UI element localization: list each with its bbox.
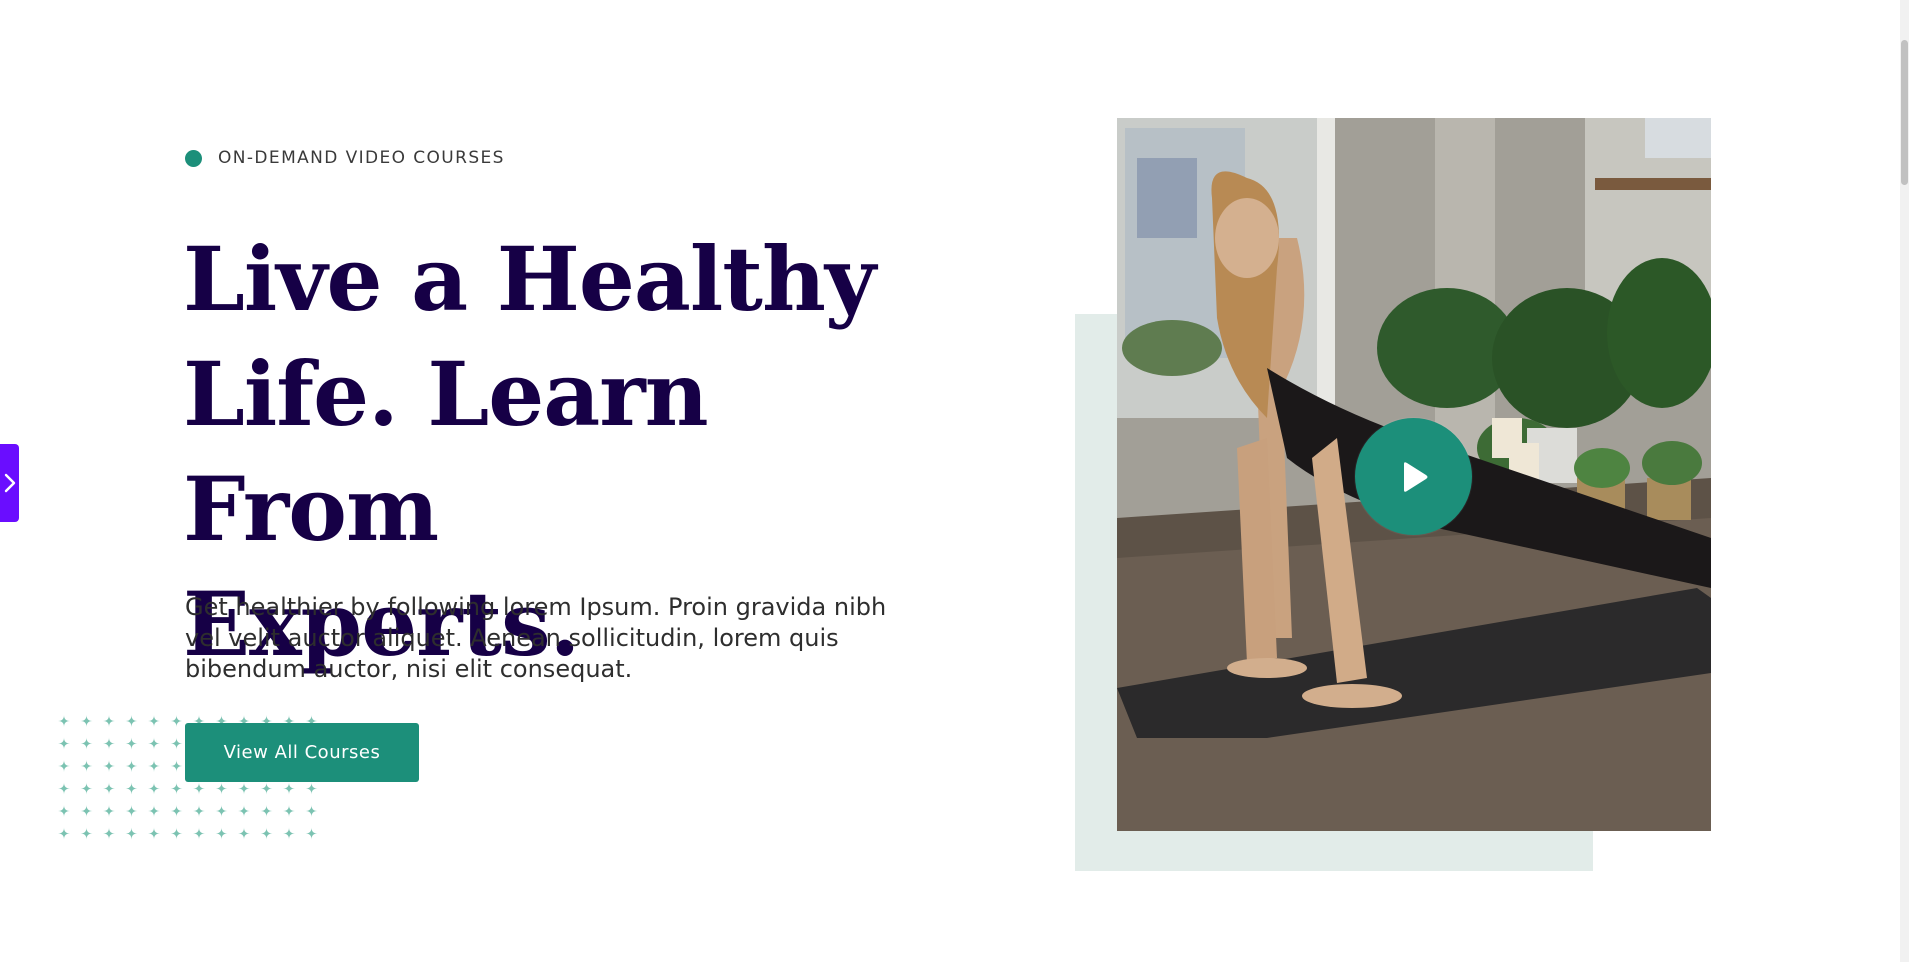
decorative-dot [58,782,70,795]
decorative-dot [170,737,183,750]
decorative-dot [215,782,228,795]
page-scrollbar[interactable] [1900,0,1909,962]
decorative-dot [260,827,273,840]
decorative-dot [103,827,115,840]
headline-line: Life. Learn From [183,342,709,561]
decorative-dot [103,760,115,772]
decorative-dot [125,827,138,840]
decorative-dot [238,805,250,817]
decorative-dot [103,737,115,750]
decorative-dot [238,827,250,840]
decorative-dot [125,805,138,817]
view-all-courses-button[interactable]: View All Courses [185,723,419,782]
decorative-dot [283,782,295,795]
decorative-dot [305,805,318,817]
decorative-dot [80,760,93,772]
decorative-dot [148,715,160,727]
decorative-dot [260,782,273,795]
decorative-dot [148,737,160,750]
headline-line: Live a Healthy [183,227,876,331]
decorative-dot [103,715,115,727]
decorative-dot [215,805,228,817]
decorative-dot [260,805,273,817]
decorative-dot [103,805,115,817]
decorative-dot [80,827,93,840]
subtitle-line: bibendum auctor, nisi elit consequat. [185,655,633,683]
decorative-dot [283,827,295,840]
decorative-dot [125,737,138,750]
decorative-dot [80,737,93,750]
decorative-dot [125,782,138,795]
decorative-dot [170,760,183,772]
decorative-dot [58,827,70,840]
decorative-dot [148,827,160,840]
decorative-dot [170,782,183,795]
decorative-dot [148,760,160,772]
decorative-dot [170,805,183,817]
decorative-dot [305,827,318,840]
decorative-dot [58,737,70,750]
decorative-dot [58,760,70,772]
decorative-dot [283,805,295,817]
hero-subtitle: Get healthier by following lorem Ipsum. … [185,592,945,685]
decorative-dot [103,782,115,795]
decorative-dot [148,782,160,795]
chevron-right-icon [4,473,15,493]
decorative-dot [193,827,205,840]
play-icon [1403,461,1427,492]
eyebrow-dot [185,149,202,167]
decorative-dot [80,805,93,817]
subtitle-line: Get healthier by following lorem Ipsum. … [185,593,887,621]
play-video-button[interactable] [1355,418,1472,535]
decorative-dot [80,715,93,727]
eyebrow: ON-DEMAND VIDEO COURSES [185,148,505,168]
decorative-dot [58,715,70,727]
decorative-dot [193,805,205,817]
eyebrow-label: ON-DEMAND VIDEO COURSES [218,148,505,168]
decorative-dot [193,782,205,795]
decorative-dot [125,715,138,727]
subtitle-line: vel velit auctor aliquet. Aenean sollici… [185,624,839,652]
decorative-dot [170,827,183,840]
decorative-dot [80,782,93,795]
decorative-dot [148,805,160,817]
decorative-dot [215,827,228,840]
decorative-dot [305,782,318,795]
scrollbar-thumb[interactable] [1901,40,1908,185]
decorative-dot [125,760,138,772]
decorative-dot [58,805,70,817]
decorative-dot [170,715,183,727]
side-panel-toggle[interactable] [0,444,19,522]
decorative-dot [238,782,250,795]
